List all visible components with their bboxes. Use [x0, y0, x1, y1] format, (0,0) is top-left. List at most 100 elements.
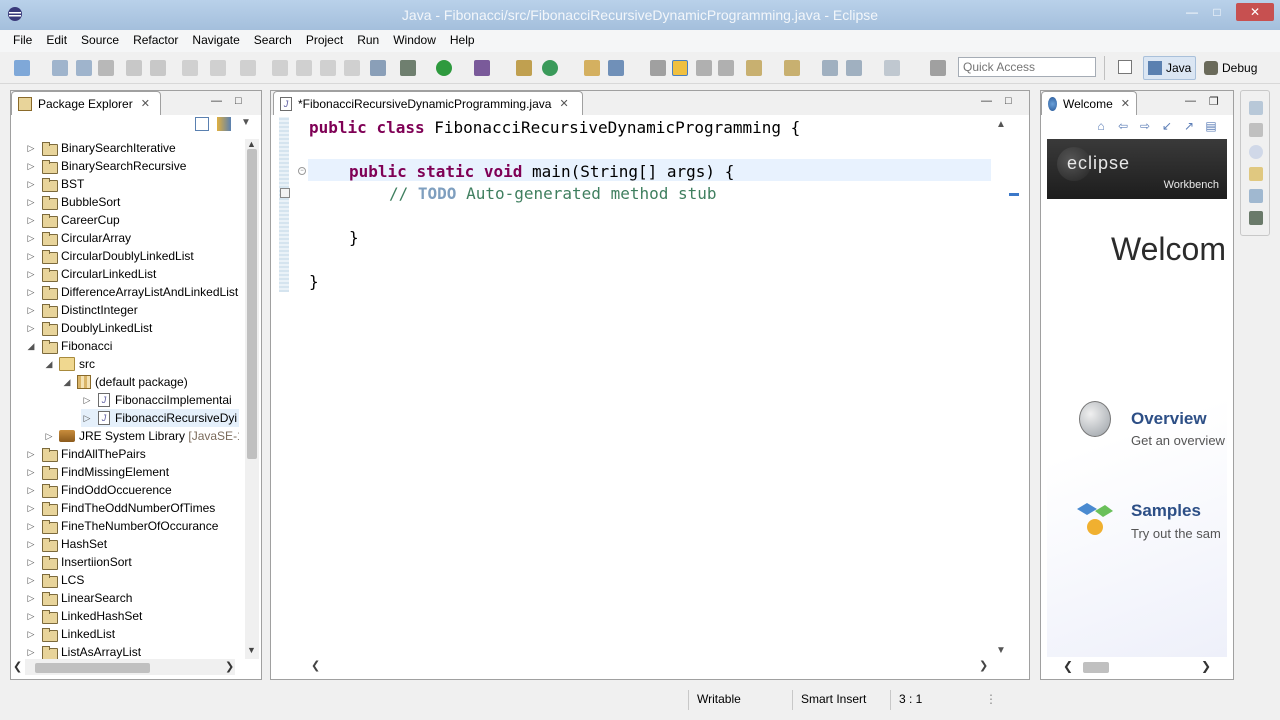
menu-project[interactable]: Project [299, 30, 350, 52]
workbench-link[interactable]: Workbench [1164, 179, 1219, 191]
scroll-right-icon[interactable]: ❯ [1201, 659, 1211, 673]
save-icon[interactable] [52, 60, 68, 76]
expand-icon[interactable]: ▷ [25, 215, 37, 226]
tree-item-project[interactable]: ▷ LCS [25, 571, 84, 589]
show-whitespace-icon[interactable] [718, 60, 734, 76]
expand-icon[interactable]: ▷ [25, 251, 37, 262]
redo-icon[interactable] [150, 60, 166, 76]
menu-run[interactable]: Run [350, 30, 386, 52]
menu-search[interactable]: Search [247, 30, 299, 52]
tree-item-java-file[interactable]: ▷ J FibonacciImplementai [81, 391, 232, 409]
maximize-window-button[interactable]: □ [1205, 3, 1229, 21]
tree-item-project[interactable]: ▷ FindTheOddNumberOfTimes [25, 499, 215, 517]
close-window-button[interactable]: ✕ [1236, 3, 1274, 21]
expand-icon[interactable]: ▷ [25, 503, 37, 514]
block-selection-icon[interactable] [696, 60, 712, 76]
minimize-view-icon[interactable]: — [981, 95, 992, 107]
declaration-icon[interactable] [1249, 167, 1263, 181]
tree-item-project[interactable]: ▷ CareerCup [25, 211, 120, 229]
tree-item-project[interactable]: ▷ FindMissingElement [25, 463, 169, 481]
scroll-up-icon[interactable]: ▲ [996, 119, 1006, 130]
restore-icon[interactable] [1249, 101, 1263, 115]
scrollbar-thumb[interactable] [247, 149, 257, 459]
expand-icon[interactable]: ▷ [25, 305, 37, 316]
welcome-horizontal-scrollbar[interactable]: ❮ ❯ [1061, 659, 1221, 675]
collapse-icon[interactable]: ◢ [43, 359, 55, 370]
expand-icon[interactable]: ▷ [25, 629, 37, 640]
expand-icon[interactable]: ▷ [25, 593, 37, 604]
skip-breakpoints-icon[interactable] [370, 60, 386, 76]
menu-edit[interactable]: Edit [39, 30, 74, 52]
tree-item-project[interactable]: ▷ FindOddOccuerence [25, 481, 172, 499]
tree-item-project[interactable]: ▷ BST [25, 175, 84, 193]
pin-editor-icon[interactable] [930, 60, 946, 76]
tab-welcome[interactable]: Welcome ✕ [1041, 91, 1137, 115]
tree-item-project[interactable]: ▷ CircularLinkedList [25, 265, 156, 283]
forward-icon[interactable] [884, 60, 900, 76]
back-icon[interactable] [846, 60, 862, 76]
console-icon[interactable] [1249, 189, 1263, 203]
tree-item-project[interactable]: ▷ CircularDoublyLinkedList [25, 247, 194, 265]
scroll-up-icon[interactable]: ▲ [247, 139, 256, 149]
scroll-left-icon[interactable]: ❮ [1063, 659, 1073, 673]
editor-vertical-scrollbar[interactable]: ▲ ▼ [993, 117, 1009, 657]
scroll-left-icon[interactable]: ❮ [311, 659, 320, 672]
expand-icon[interactable]: ▷ [25, 449, 37, 460]
minimize-icon[interactable]: ↙ [1159, 119, 1175, 135]
tree-item-project[interactable]: ▷ BinarySearchIterative [25, 139, 176, 157]
menu-refactor[interactable]: Refactor [126, 30, 185, 52]
scrollbar-thumb[interactable] [35, 663, 150, 673]
tree-item-project[interactable]: ▷ HashSet [25, 535, 107, 553]
print-icon[interactable] [98, 60, 114, 76]
maximize-icon[interactable]: ↗ [1181, 119, 1197, 135]
new-java-project-icon[interactable] [516, 60, 532, 76]
expand-icon[interactable]: ▷ [25, 521, 37, 532]
tree-item-project-expanded[interactable]: ◢ Fibonacci [25, 337, 112, 355]
tree-item-project[interactable]: ▷ ListAsArrayList [25, 643, 141, 659]
menu-navigate[interactable]: Navigate [185, 30, 246, 52]
java-perspective-button[interactable]: Java [1143, 56, 1197, 80]
restore-view-icon[interactable]: ❐ [1209, 95, 1219, 108]
overview-ruler-marker[interactable] [1009, 193, 1019, 196]
tree-item-project[interactable]: ▷ LinkedList [25, 625, 115, 643]
minimize-view-icon[interactable]: — [211, 95, 222, 107]
samples-icon[interactable] [1073, 497, 1115, 537]
expand-icon[interactable]: ▷ [43, 431, 55, 442]
last-edit-icon[interactable] [822, 60, 838, 76]
menu-window[interactable]: Window [386, 30, 443, 52]
tree-item-project[interactable]: ▷ DoublyLinkedList [25, 319, 152, 337]
tree-item-java-file-selected[interactable]: ▷ J FibonacciRecursiveDyi [81, 409, 239, 427]
save-all-icon[interactable] [76, 60, 92, 76]
tab-editor-file[interactable]: J *FibonacciRecursiveDynamicProgramming.… [273, 91, 583, 115]
tree-item-library[interactable]: ▷ JRE System Library [JavaSE-1.7 [43, 427, 239, 445]
expand-icon[interactable]: ▷ [25, 233, 37, 244]
minimize-view-icon[interactable]: — [1185, 95, 1196, 107]
tree-item-project[interactable]: ▷ FineTheNumberOfOccurance [25, 517, 218, 535]
scroll-left-icon[interactable]: ❮ [13, 660, 22, 673]
package-explorer-horizontal-scrollbar[interactable]: ❮ ❯ [13, 659, 235, 675]
javadoc-icon[interactable] [1249, 145, 1263, 159]
maximize-view-icon[interactable]: □ [235, 95, 242, 107]
expand-icon[interactable]: ▷ [25, 467, 37, 478]
tree-item-project[interactable]: ▷ FindAllThePairs [25, 445, 146, 463]
scroll-down-icon[interactable]: ▼ [996, 645, 1006, 656]
resume-icon[interactable] [272, 60, 288, 76]
toggle-mark-occurrences-icon[interactable] [650, 60, 666, 76]
tree-item-project[interactable]: ▷ LinearSearch [25, 589, 132, 607]
view-menu-icon[interactable]: ▼ [239, 117, 253, 131]
expand-icon[interactable]: ▷ [25, 557, 37, 568]
link-with-editor-icon[interactable] [217, 117, 231, 131]
tree-item-project[interactable]: ▷ DistinctInteger [25, 301, 138, 319]
outline-icon[interactable] [1249, 211, 1263, 225]
tree-item-source-folder[interactable]: ◢ src [43, 355, 95, 373]
menu-file[interactable]: File [6, 30, 39, 52]
expand-icon[interactable]: ▷ [25, 287, 37, 298]
expand-icon[interactable]: ▷ [25, 485, 37, 496]
tree-item-project[interactable]: ▷ BinarySearchRecursive [25, 157, 186, 175]
expand-icon[interactable]: ▷ [25, 179, 37, 190]
collapse-icon[interactable]: ◢ [61, 377, 73, 388]
expand-icon[interactable]: ▷ [25, 269, 37, 280]
expand-icon[interactable]: ▷ [81, 413, 93, 424]
debug-perspective-button[interactable]: Debug [1200, 56, 1261, 80]
external-tools-icon[interactable] [474, 60, 490, 76]
